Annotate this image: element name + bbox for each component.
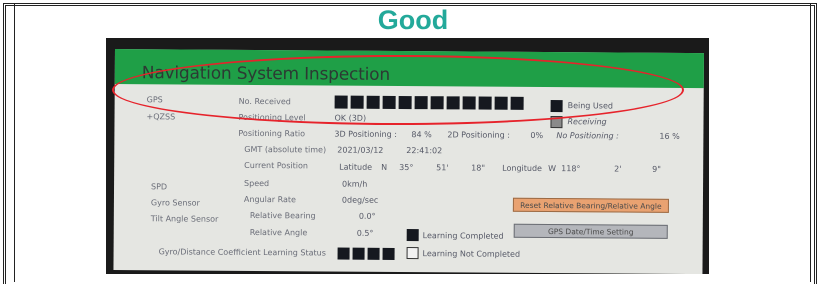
learning-not-completed-label: Learning Not Completed: [422, 249, 521, 259]
gmt-time: 22:41:02: [406, 146, 443, 156]
longitude-label: Longitude: [502, 163, 543, 173]
latitude-label: Latitude: [339, 162, 373, 172]
learning-not-completed-swatch: [406, 247, 419, 260]
latitude-deg: 35°: [399, 162, 414, 173]
ratio-3d-value: 84 %: [411, 130, 432, 140]
ratio-none-value: 16 %: [659, 131, 680, 141]
learning-block: [337, 247, 350, 260]
longitude-min: 2': [614, 164, 622, 174]
speed-label: Speed: [244, 178, 270, 189]
reset-bearing-button[interactable]: Reset Relative Bearing/Relative Angle: [512, 197, 669, 213]
angular-rate-label: Angular Rate: [243, 194, 296, 205]
relative-angle-label: Relative Angle: [249, 227, 308, 238]
relative-angle-value: 0.5°: [356, 228, 374, 238]
gps-date-time-button[interactable]: GPS Date/Time Setting: [513, 223, 668, 239]
learning-completed-swatch: [406, 229, 419, 242]
relative-bearing-label: Relative Bearing: [249, 210, 316, 221]
positioning-ratio-label: Positioning Ratio: [238, 128, 306, 139]
tilt-sensor-label: Tilt Angle Sensor: [150, 214, 219, 224]
receiving-label: Receiving: [567, 117, 607, 127]
speed-value: 0km/h: [342, 179, 368, 189]
latitude-min: 51': [436, 163, 449, 173]
learning-completed-label: Learning Completed: [422, 231, 504, 241]
longitude-deg: 118°: [561, 164, 581, 174]
learning-block: [382, 247, 395, 260]
ratio-none-label: No Positioning :: [556, 131, 619, 141]
angular-rate-value: 0deg/sec: [341, 195, 379, 205]
learning-block: [352, 247, 365, 260]
relative-bearing-value: 0.0°: [358, 211, 376, 221]
ratio-2d-label: 2D Positioning :: [447, 130, 511, 140]
learning-block: [367, 247, 380, 260]
coefficient-label: Gyro/Distance Coefficient Learning Statu…: [158, 247, 326, 258]
gmt-date: 2021/03/12: [337, 145, 384, 155]
latitude-sec: 18": [471, 163, 486, 173]
longitude-dir: W: [548, 164, 557, 174]
ratio-3d-label: 3D Positioning :: [334, 129, 398, 139]
qzss-label: +QZSS: [146, 112, 176, 122]
gyro-sensor-label: Gyro Sensor: [150, 198, 200, 208]
spd-label: SPD: [151, 182, 168, 192]
current-position-label: Current Position: [244, 160, 308, 171]
verdict-label: Good: [377, 5, 449, 35]
gmt-label: GMT (absolute time): [244, 144, 327, 155]
ratio-2d-value: 0%: [530, 130, 544, 140]
longitude-sec: 9": [652, 164, 661, 174]
latitude-dir: N: [381, 162, 388, 172]
highlight-ellipse: [112, 55, 684, 125]
